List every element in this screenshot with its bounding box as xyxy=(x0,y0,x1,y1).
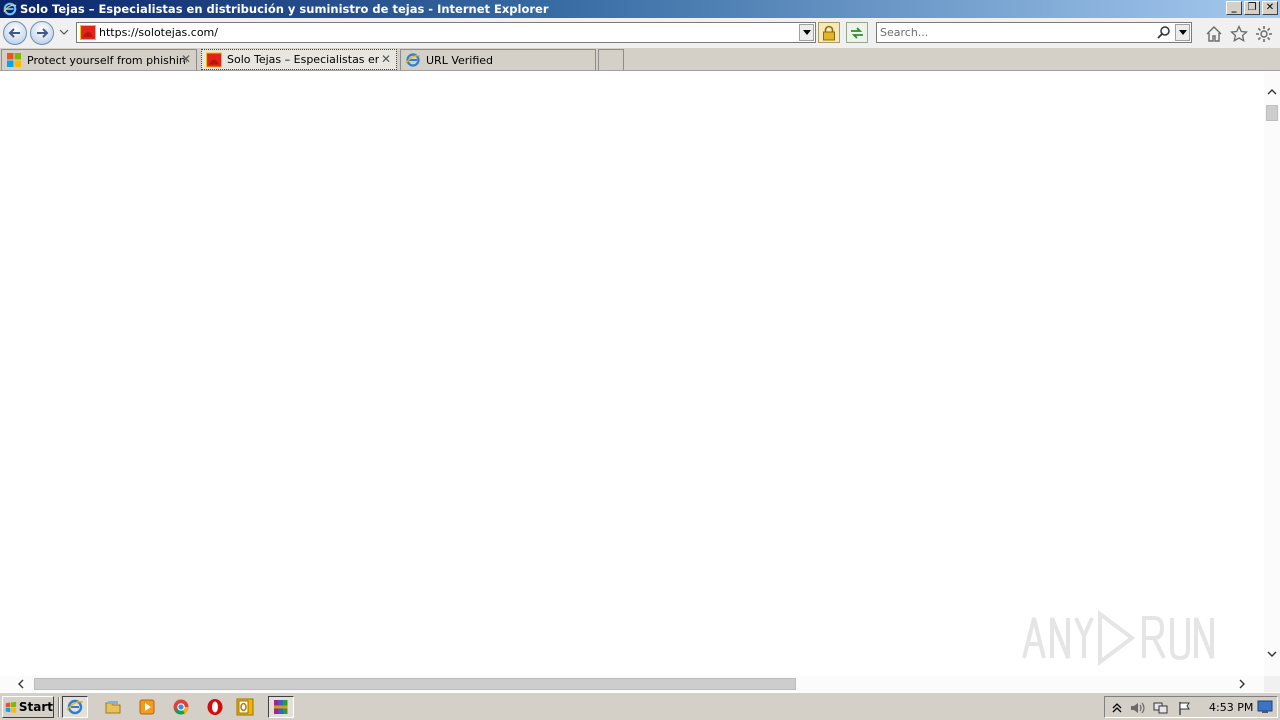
clock[interactable]: 4:53 PM xyxy=(1209,701,1253,714)
winrar-icon xyxy=(274,700,288,714)
show-hidden-icons-icon[interactable] xyxy=(1109,700,1125,716)
taskbar-chrome[interactable] xyxy=(168,696,194,718)
scroll-down-icon[interactable] xyxy=(1267,649,1277,659)
tab-label: Protect yourself from phishing xyxy=(27,53,187,67)
taskbar-file-explorer[interactable] xyxy=(100,696,126,718)
chrome-icon xyxy=(173,699,189,715)
address-dropdown-button[interactable] xyxy=(799,24,814,41)
page-content[interactable] xyxy=(0,71,1264,676)
scroll-right-icon[interactable] xyxy=(1237,679,1247,689)
system-tray: 4:53 PM xyxy=(1104,696,1278,718)
search-box[interactable] xyxy=(876,22,1192,43)
scroll-up-icon[interactable] xyxy=(1267,87,1277,97)
security-report-button[interactable] xyxy=(818,22,840,43)
volume-icon[interactable] xyxy=(1129,700,1145,716)
start-label: Start xyxy=(18,700,53,714)
tab-label: Solo Tejas – Especialistas en... xyxy=(227,53,379,66)
show-desktop-icon[interactable] xyxy=(1257,700,1273,714)
taskbar-media-player[interactable] xyxy=(134,696,160,718)
close-window-button[interactable]: ✕ xyxy=(1262,1,1278,15)
vertical-scroll-thumb[interactable] xyxy=(1266,105,1278,121)
ie-window: Solo Tejas – Especialistas en distribuci… xyxy=(0,0,1280,720)
vertical-scrollbar[interactable] xyxy=(1264,71,1280,676)
start-button[interactable]: Start xyxy=(2,696,54,718)
ie-logo-icon xyxy=(66,699,84,715)
window-controls: _ ❐ ✕ xyxy=(1226,1,1278,15)
taskbar-outlook[interactable] xyxy=(232,696,258,718)
opera-icon xyxy=(207,699,223,715)
close-tab-icon[interactable]: ✕ xyxy=(380,53,392,65)
restore-button[interactable]: ❐ xyxy=(1244,1,1260,15)
tab-solotejas[interactable]: Solo Tejas – Especialistas en... ✕ xyxy=(201,49,397,70)
back-button[interactable] xyxy=(3,21,27,45)
arrow-left-icon xyxy=(8,28,20,38)
taskbar-opera[interactable] xyxy=(202,696,228,718)
navigation-bar: https://solotejas.com/ xyxy=(0,18,1280,48)
solotejas-favicon xyxy=(80,25,96,40)
scroll-corner xyxy=(1264,676,1280,692)
horizontal-scroll-thumb[interactable] xyxy=(34,678,796,690)
new-tab-button[interactable] xyxy=(598,49,624,70)
windows-flag-icon xyxy=(7,53,21,67)
home-icon[interactable] xyxy=(1205,25,1223,43)
lock-icon xyxy=(823,25,835,40)
anyrun-logo xyxy=(1022,610,1214,666)
ie-logo-icon xyxy=(405,53,421,67)
windows-flag-icon xyxy=(5,701,17,713)
taskbar-separator xyxy=(58,697,60,717)
taskbar-winrar[interactable] xyxy=(268,696,294,718)
title-bar[interactable]: Solo Tejas – Especialistas en distribuci… xyxy=(0,0,1280,18)
folder-icon xyxy=(105,701,121,714)
solotejas-favicon xyxy=(206,52,222,67)
arrow-right-icon xyxy=(37,28,49,38)
refresh-button[interactable] xyxy=(846,22,868,43)
search-input[interactable] xyxy=(880,25,1150,40)
network-icon[interactable] xyxy=(1153,700,1169,716)
ie-logo-icon xyxy=(3,2,17,16)
tab-strip: Protect yourself from phishing ✕ Solo Te… xyxy=(0,48,1280,71)
action-center-flag-icon[interactable] xyxy=(1177,700,1193,716)
close-tab-icon[interactable]: ✕ xyxy=(180,53,192,65)
outlook-icon xyxy=(236,698,254,716)
taskbar: Start 4:53 PM xyxy=(0,692,1280,720)
url-text[interactable]: https://solotejas.com/ xyxy=(99,26,218,39)
horizontal-scrollbar[interactable] xyxy=(0,676,1264,692)
address-bar[interactable]: https://solotejas.com/ xyxy=(76,22,816,43)
search-icon[interactable] xyxy=(1157,25,1171,39)
taskbar-internet-explorer[interactable] xyxy=(62,696,88,718)
chevron-down-icon xyxy=(802,30,811,35)
window-title: Solo Tejas – Especialistas en distribuci… xyxy=(20,2,549,16)
scroll-left-icon[interactable] xyxy=(16,679,26,689)
gear-icon[interactable] xyxy=(1255,25,1273,43)
chevron-down-icon xyxy=(1178,30,1187,35)
minimize-button[interactable]: _ xyxy=(1226,1,1242,15)
favorites-star-icon[interactable] xyxy=(1230,25,1248,43)
tab-url-verified[interactable]: URL Verified xyxy=(400,49,596,70)
tab-label: URL Verified xyxy=(426,53,494,67)
media-player-icon xyxy=(139,699,155,715)
recent-pages-dropdown-icon[interactable] xyxy=(59,27,69,37)
anyrun-watermark xyxy=(1020,606,1216,666)
refresh-icon xyxy=(851,26,863,39)
tab-phishing[interactable]: Protect yourself from phishing ✕ xyxy=(1,49,197,70)
search-provider-dropdown[interactable] xyxy=(1175,24,1190,41)
forward-button[interactable] xyxy=(30,21,54,45)
